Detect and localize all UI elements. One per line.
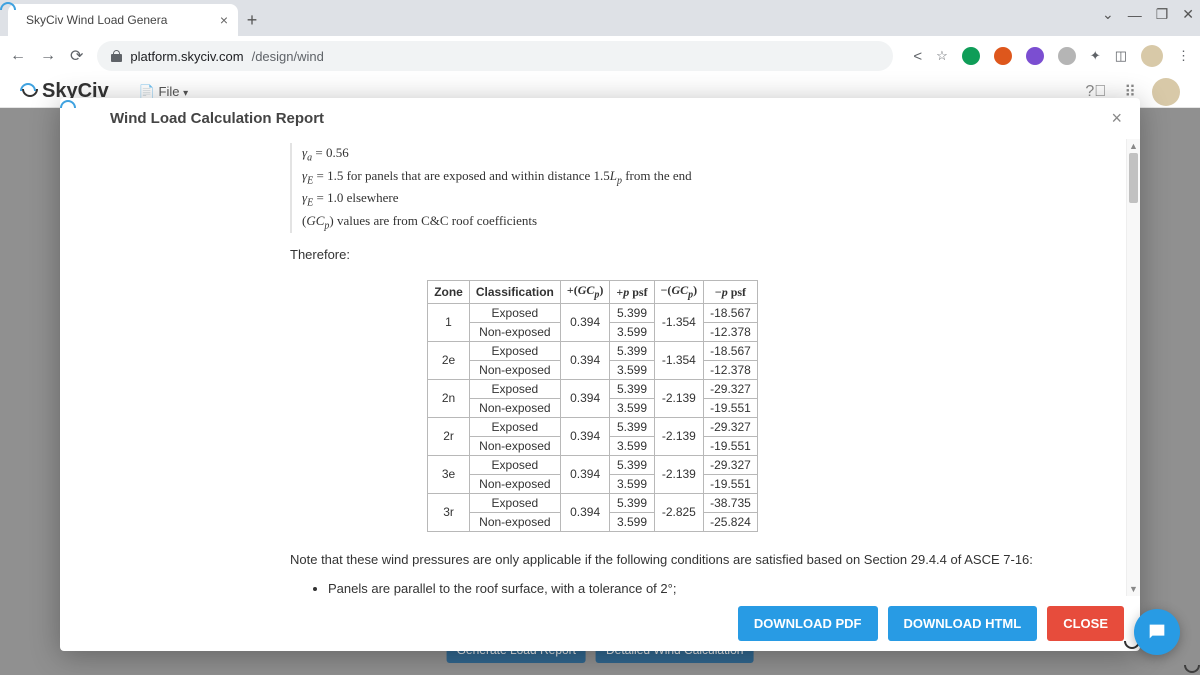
table-header: Classification — [469, 281, 560, 303]
parameters-block: γa = 0.56 γE = 1.5 for panels that are e… — [290, 143, 1035, 233]
extension-icon[interactable] — [1026, 47, 1044, 65]
user-avatar[interactable] — [1152, 78, 1180, 106]
extensions-puzzle-icon[interactable]: ✦ — [1090, 48, 1101, 64]
table-header: +p psf — [610, 281, 654, 303]
modal-close-button[interactable]: × — [1111, 108, 1122, 129]
new-tab-button[interactable]: + — [238, 4, 266, 36]
tab-close-icon[interactable]: × — [220, 12, 228, 28]
skyciv-modal-icon — [78, 109, 98, 129]
restore-icon[interactable]: ❐ — [1156, 6, 1169, 23]
results-table-wrap: ZoneClassification+(GCp)+p psf−(GCp)−p p… — [150, 280, 1035, 531]
lock-icon — [111, 50, 122, 62]
modal-title: Wind Load Calculation Report — [110, 110, 324, 127]
table-row: 3rExposed0.3945.399-2.825-38.735 — [428, 493, 758, 512]
table-header: +(GCp) — [560, 281, 610, 303]
wind-pressure-table: ZoneClassification+(GCp)+p psf−(GCp)−p p… — [427, 280, 758, 531]
table-header: −(GCp) — [654, 281, 704, 303]
modal-body: γa = 0.56 γE = 1.5 for panels that are e… — [60, 139, 1140, 596]
chevron-down-icon[interactable]: ⌄ — [1102, 6, 1114, 23]
modal-footer: DOWNLOAD PDF DOWNLOAD HTML CLOSE — [60, 596, 1140, 651]
modal-header: Wind Load Calculation Report × — [60, 98, 1140, 139]
close-button[interactable]: CLOSE — [1047, 606, 1124, 641]
extension-icon[interactable] — [962, 47, 980, 65]
chat-fab[interactable] — [1134, 609, 1180, 655]
conditions-list: Panels are parallel to the roof surface,… — [310, 579, 1035, 596]
scroll-up-icon[interactable]: ▲ — [1127, 139, 1140, 153]
url-path: /design/wind — [252, 49, 324, 64]
table-header: Zone — [428, 281, 470, 303]
side-panel-icon[interactable]: ◫ — [1115, 48, 1127, 64]
close-window-icon[interactable]: ✕ — [1182, 6, 1194, 23]
therefore-label: Therefore: — [290, 247, 1035, 262]
extension-icon[interactable] — [1058, 47, 1076, 65]
table-row: 2eExposed0.3945.399-1.354-18.567 — [428, 341, 758, 360]
report-modal: Wind Load Calculation Report × γa = 0.56… — [60, 98, 1140, 651]
scroll-thumb[interactable] — [1129, 153, 1138, 203]
share-icon[interactable]: < — [913, 48, 922, 65]
profile-avatar[interactable] — [1141, 45, 1163, 67]
browser-chrome: SkyCiv Wind Load Genera × + ⌄ ― ❐ ✕ ← → … — [0, 0, 1200, 76]
scroll-down-icon[interactable]: ▼ — [1127, 582, 1140, 596]
skyciv-logo-icon — [20, 81, 38, 99]
tab-title: SkyCiv Wind Load Genera — [26, 13, 167, 27]
back-button[interactable]: ← — [10, 47, 26, 65]
address-bar: ← → ⟳ platform.skyciv.com/design/wind < … — [0, 36, 1200, 76]
window-controls: ⌄ ― ❐ ✕ — [1102, 6, 1194, 23]
star-icon[interactable]: ☆ — [936, 48, 948, 64]
applicability-note: Note that these wind pressures are only … — [290, 550, 1035, 570]
browser-tab[interactable]: SkyCiv Wind Load Genera × — [8, 4, 238, 36]
table-row: 2nExposed0.3945.399-2.139-29.327 — [428, 379, 758, 398]
url-domain: platform.skyciv.com — [130, 49, 243, 64]
chat-icon — [1146, 621, 1168, 643]
reload-button[interactable]: ⟳ — [70, 46, 83, 66]
download-pdf-button[interactable]: DOWNLOAD PDF — [738, 606, 878, 641]
tab-bar: SkyCiv Wind Load Genera × + ⌄ ― ❐ ✕ — [0, 0, 1200, 36]
toolbar-icons: < ☆ ✦ ◫ ⋮ — [913, 45, 1190, 67]
scrollbar[interactable]: ▲ ▼ — [1126, 139, 1140, 596]
url-field[interactable]: platform.skyciv.com/design/wind — [97, 41, 893, 71]
minimize-icon[interactable]: ― — [1128, 7, 1142, 23]
kebab-menu-icon[interactable]: ⋮ — [1177, 48, 1190, 64]
forward-button[interactable]: → — [40, 47, 56, 65]
extension-icon[interactable] — [994, 47, 1012, 65]
table-row: 1Exposed0.3945.399-1.354-18.567 — [428, 303, 758, 322]
download-html-button[interactable]: DOWNLOAD HTML — [888, 606, 1038, 641]
table-row: 3eExposed0.3945.399-2.139-29.327 — [428, 455, 758, 474]
condition-item: Panels are parallel to the roof surface,… — [328, 579, 1035, 596]
table-row: 2rExposed0.3945.399-2.139-29.327 — [428, 417, 758, 436]
table-header: −p psf — [704, 281, 758, 303]
